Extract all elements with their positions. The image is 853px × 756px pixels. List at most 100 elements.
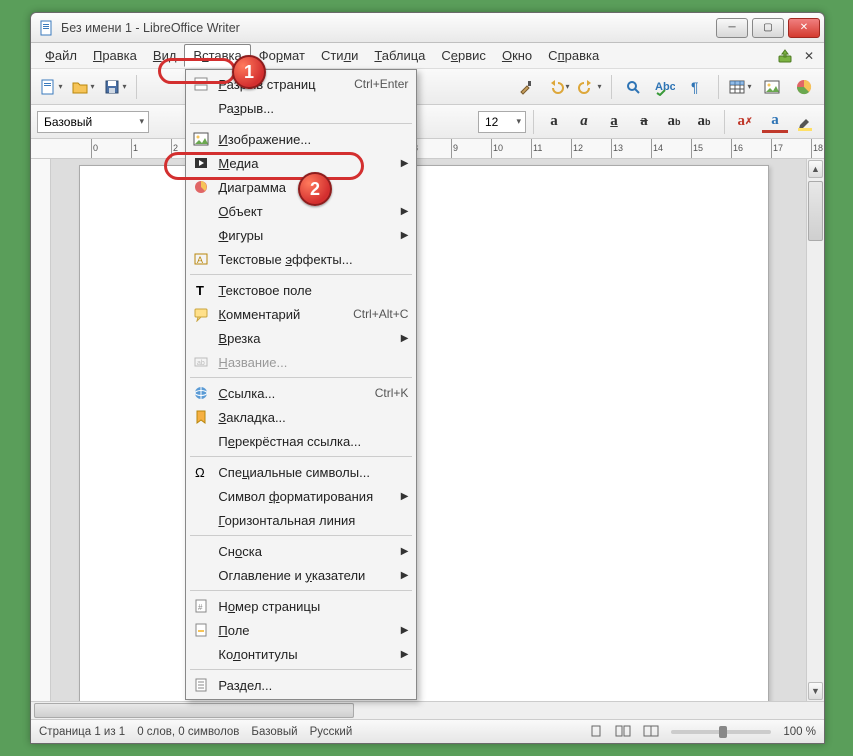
submenu-arrow-icon: ▶ — [401, 625, 409, 636]
menu-window[interactable]: Окно — [494, 45, 540, 66]
menu-item-разрыв-[interactable]: Разрыв... — [186, 96, 416, 120]
page[interactable] — [79, 165, 769, 701]
insert-chart-button[interactable] — [790, 73, 818, 101]
submenu-arrow-icon: ▶ — [401, 649, 409, 660]
menu-styles[interactable]: Стили — [313, 45, 366, 66]
menu-help[interactable]: Справка — [540, 45, 607, 66]
menu-item-медиа[interactable]: Медиа▶ — [186, 151, 416, 175]
menu-item-диаграмма[interactable]: Диаграмма — [186, 175, 416, 199]
menu-item-разрыв-страниц[interactable]: Разрыв страницCtrl+Enter — [186, 72, 416, 96]
insert-image-button[interactable] — [758, 73, 786, 101]
scroll-thumb-v[interactable] — [808, 181, 823, 241]
insert-table-button[interactable] — [726, 73, 754, 101]
menu-item-изображение-[interactable]: Изображение... — [186, 127, 416, 151]
menu-item-оглавление-и-указатели[interactable]: Оглавление и указатели▶ — [186, 563, 416, 587]
formatting-marks-button[interactable]: ¶ — [683, 73, 711, 101]
svg-text:#: # — [198, 603, 203, 612]
menu-item-текстовые-эффекты-[interactable]: AТекстовые эффекты... — [186, 247, 416, 271]
menu-edit[interactable]: Правка — [85, 45, 145, 66]
image-icon — [190, 130, 212, 148]
menu-item-номер-страницы[interactable]: #Номер страницы — [186, 594, 416, 618]
open-button[interactable] — [69, 73, 97, 101]
status-words[interactable]: 0 слов, 0 символов — [137, 726, 239, 738]
font-color-button[interactable]: a — [762, 111, 788, 133]
menu-item-текстовое-поле[interactable]: TТекстовое поле — [186, 278, 416, 302]
vertical-ruler[interactable] — [31, 159, 51, 701]
menu-item-ссылка-[interactable]: Ссылка...Ctrl+K — [186, 381, 416, 405]
menu-item-label: Специальные символы... — [218, 465, 370, 480]
status-page[interactable]: Страница 1 из 1 — [39, 726, 125, 738]
italic-button[interactable]: a — [571, 110, 597, 134]
menu-item-раздел-[interactable]: Раздел... — [186, 673, 416, 697]
menu-table[interactable]: Таблица — [366, 45, 433, 66]
view-book-icon[interactable] — [643, 725, 659, 737]
spellcheck-button[interactable]: Abc — [651, 73, 679, 101]
subscript-button[interactable]: ab — [691, 110, 717, 134]
menu-format[interactable]: Формат — [251, 45, 313, 66]
close-button[interactable]: ✕ — [788, 18, 820, 38]
superscript-button[interactable]: ab — [661, 110, 687, 134]
menu-view[interactable]: Вид — [145, 45, 185, 66]
scroll-thumb-h[interactable] — [34, 703, 354, 718]
menu-item-специальные-символы-[interactable]: ΩСпециальные символы... — [186, 460, 416, 484]
formatting-toolbar: Базовый 12 a a a a ab ab a✗ a — [31, 105, 824, 139]
maximize-button[interactable]: ▢ — [752, 18, 784, 38]
horizontal-scrollbar[interactable] — [31, 701, 824, 719]
undo-button[interactable] — [544, 73, 572, 101]
blank-icon — [190, 511, 212, 529]
menu-item-label: Разрыв страниц — [218, 77, 315, 92]
paintbrush-button[interactable] — [512, 73, 540, 101]
update-icon[interactable] — [776, 47, 794, 65]
menu-item-фигуры[interactable]: Фигуры▶ — [186, 223, 416, 247]
new-doc-button[interactable] — [37, 73, 65, 101]
menu-item-label: Название... — [218, 355, 287, 370]
find-button[interactable] — [619, 73, 647, 101]
titlebar: Без имени 1 - LibreOffice Writer ─ ▢ ✕ — [31, 13, 824, 43]
status-lang[interactable]: Русский — [310, 726, 353, 738]
scroll-up-button[interactable]: ▲ — [808, 160, 823, 178]
horizontal-ruler[interactable]: 0123456789101112131415161718 — [31, 139, 824, 159]
menu-item-label: Текстовое поле — [218, 283, 311, 298]
menu-item-перекрёстная-ссылка-[interactable]: Перекрёстная ссылка... — [186, 429, 416, 453]
scroll-down-button[interactable]: ▼ — [808, 682, 823, 700]
menu-item-врезка[interactable]: Врезка▶ — [186, 326, 416, 350]
menu-item-сноска[interactable]: Сноска▶ — [186, 539, 416, 563]
menu-item-поле[interactable]: Поле▶ — [186, 618, 416, 642]
menu-item-символ-форматирования[interactable]: Символ форматирования▶ — [186, 484, 416, 508]
menu-item-label: Разрыв... — [218, 101, 274, 116]
view-multi-icon[interactable] — [615, 725, 631, 737]
menu-item-label: Колонтитулы — [218, 647, 297, 662]
strike-button[interactable]: a — [631, 110, 657, 134]
zoom-slider[interactable] — [671, 730, 771, 734]
view-single-icon[interactable] — [589, 725, 603, 737]
menu-item-label: Перекрёстная ссылка... — [218, 434, 361, 449]
menu-file[interactable]: Файл — [37, 45, 85, 66]
status-style[interactable]: Базовый — [251, 726, 297, 738]
menu-insert[interactable]: Вставка Разрыв страницCtrl+EnterРазрыв..… — [184, 44, 250, 67]
menu-tools[interactable]: Сервис — [433, 45, 494, 66]
blank-icon — [190, 226, 212, 244]
redo-button[interactable] — [576, 73, 604, 101]
bookmark-icon — [190, 408, 212, 426]
save-button[interactable] — [101, 73, 129, 101]
menu-item-label: Текстовые эффекты... — [218, 252, 352, 267]
font-size-combo[interactable]: 12 — [478, 111, 526, 133]
paragraph-style-combo[interactable]: Базовый — [37, 111, 149, 133]
menu-item-комментарий[interactable]: КомментарийCtrl+Alt+C — [186, 302, 416, 326]
clear-format-button[interactable]: a✗ — [732, 110, 758, 134]
underline-button[interactable]: a — [601, 110, 627, 134]
minimize-button[interactable]: ─ — [716, 18, 748, 38]
menu-item-объект[interactable]: Объект▶ — [186, 199, 416, 223]
status-zoom[interactable]: 100 % — [783, 726, 816, 738]
menu-item-закладка-[interactable]: Закладка... — [186, 405, 416, 429]
highlight-button[interactable] — [792, 110, 818, 134]
close-doc-button[interactable]: ✕ — [800, 47, 818, 65]
menu-item-горизонтальная-линия[interactable]: Горизонтальная линия — [186, 508, 416, 532]
menu-item-label: Сноска — [218, 544, 262, 559]
menu-item-колонтитулы[interactable]: Колонтитулы ▶ — [186, 642, 416, 666]
bold-button[interactable]: a — [541, 110, 567, 134]
document-area[interactable] — [51, 159, 806, 701]
menubar: Файл Правка Вид Вставка Разрыв страницCt… — [31, 43, 824, 69]
vertical-scrollbar[interactable]: ▲ ▼ — [806, 159, 824, 701]
submenu-arrow-icon: ▶ — [401, 230, 409, 241]
